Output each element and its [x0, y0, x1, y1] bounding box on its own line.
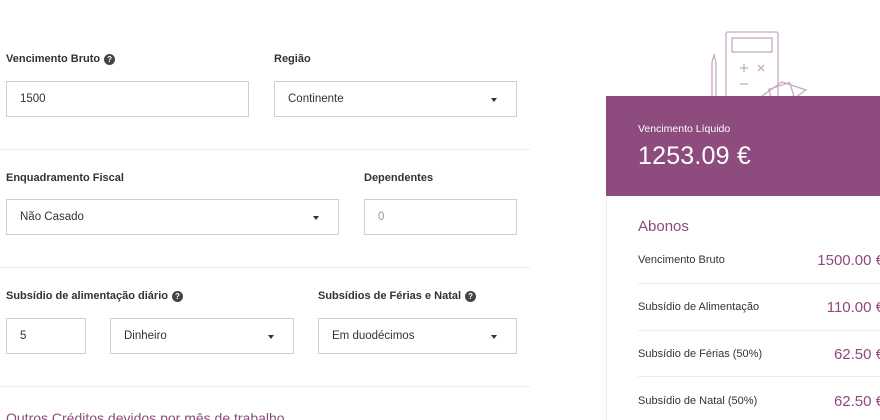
tax-status-label: Enquadramento Fiscal	[6, 172, 124, 184]
region-select[interactable]: Continente	[274, 81, 517, 117]
chevron-down-icon	[313, 216, 319, 220]
section-divider	[0, 149, 530, 150]
net-salary-value: 1253.09 €	[638, 142, 752, 170]
dependents-label: Dependentes	[364, 172, 434, 184]
meal-allowance-input[interactable]: 5	[6, 318, 86, 354]
calculator-illustration	[711, 31, 808, 96]
allowance-row: Subsídio de Alimentação 110.00 €	[638, 284, 880, 330]
chevron-down-icon	[268, 335, 274, 339]
question-circle-icon[interactable]: ?	[104, 53, 116, 65]
row-divider	[638, 376, 880, 377]
meal-allowance-label: Subsídio de alimentação diário ?	[6, 290, 183, 302]
allowance-row: Vencimento Bruto 1500.00 €	[638, 237, 880, 283]
holiday-christmas-label: Subsídios de Férias e Natal ?	[318, 290, 477, 302]
allowance-label: Vencimento Bruto	[638, 254, 725, 266]
gross-salary-label: Vencimento Bruto ?	[6, 53, 116, 65]
chevron-down-icon	[491, 335, 497, 339]
other-credits-heading: Outros Créditos devidos por mês de traba…	[6, 410, 285, 420]
question-circle-icon[interactable]: ?	[465, 290, 477, 302]
net-salary-card: Vencimento Líquido 1253.09 €	[606, 96, 880, 196]
allowance-amount: 1500.00 €	[817, 251, 880, 269]
dependents-input[interactable]: 0	[364, 199, 517, 235]
allowance-row: Subsídio de Férias (50%) 62.50 €	[638, 331, 880, 377]
allowance-amount: 62.50 €	[833, 392, 880, 410]
chevron-down-icon	[491, 98, 497, 102]
allowance-row: Subsídio de Natal (50%) 62.50 €	[638, 378, 880, 420]
allowance-amount: 62.50 €	[833, 345, 880, 363]
allowance-label: Subsídio de Férias (50%)	[638, 348, 763, 360]
allowances-title: Abonos	[638, 218, 689, 235]
meal-payment-method-select[interactable]: Dinheiro	[110, 318, 294, 354]
allowance-label: Subsídio de Alimentação	[638, 301, 760, 313]
allowance-label: Subsídio de Natal (50%)	[638, 395, 758, 407]
holiday-christmas-select[interactable]: Em duodécimos	[318, 318, 517, 354]
allowance-amount: 110.00 €	[826, 298, 880, 316]
region-label: Região	[274, 53, 311, 65]
section-divider	[0, 386, 530, 387]
gross-salary-input[interactable]: 1500	[6, 81, 249, 117]
tax-status-select[interactable]: Não Casado	[6, 199, 339, 235]
net-salary-label: Vencimento Líquido	[638, 123, 731, 135]
question-circle-icon[interactable]: ?	[171, 290, 183, 302]
section-divider	[0, 267, 530, 268]
